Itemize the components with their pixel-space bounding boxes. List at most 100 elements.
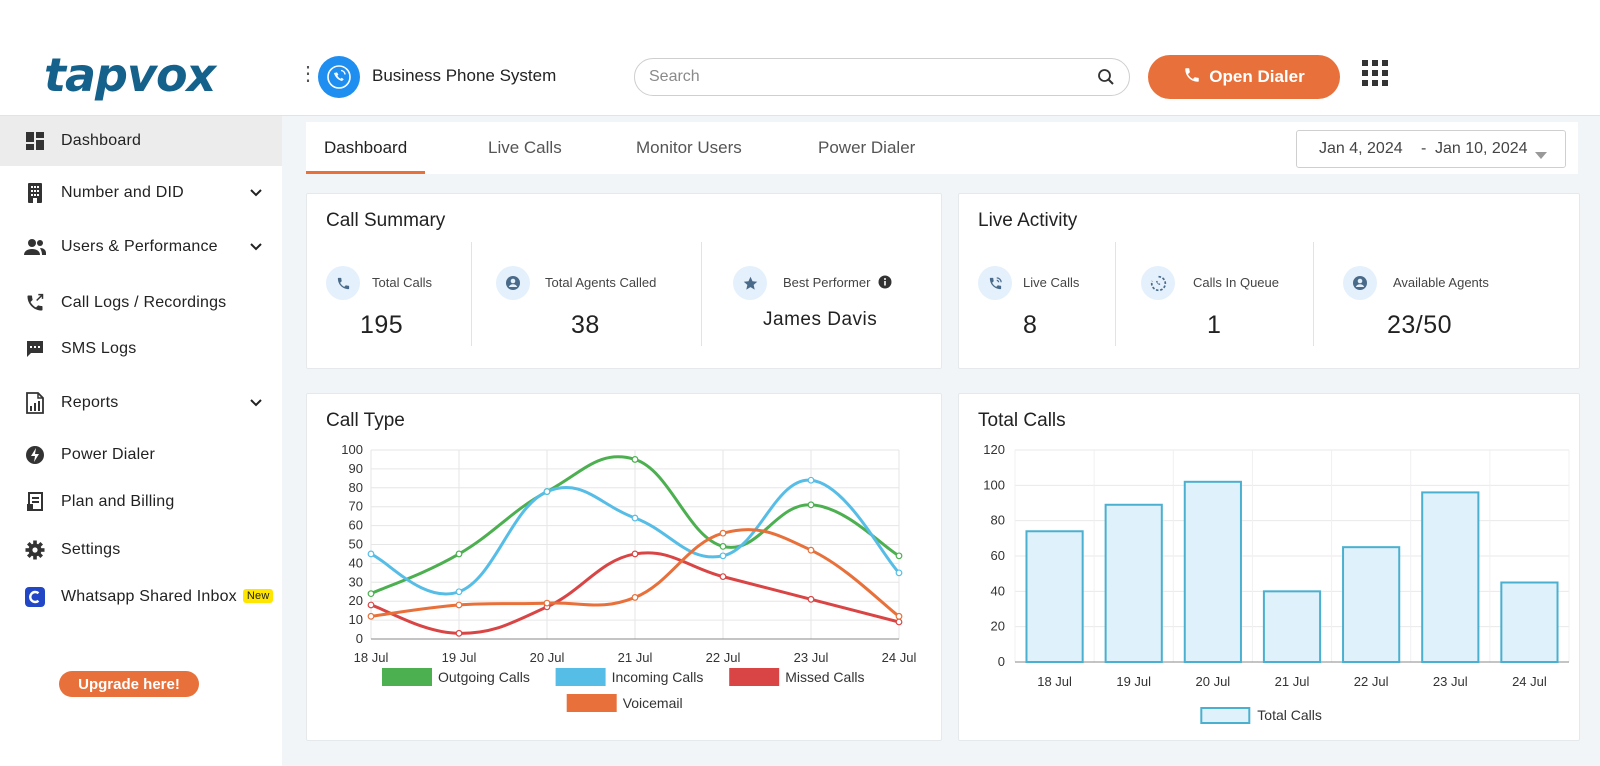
phone-icon (1183, 66, 1201, 89)
apps-grid-icon[interactable] (1362, 60, 1388, 91)
y-tick-label: 40 (991, 583, 1005, 598)
sidebar-item-number-and-did[interactable]: Number and DID (0, 168, 282, 218)
data-point (631, 514, 639, 522)
data-point (807, 476, 815, 484)
data-point (455, 601, 463, 609)
data-point (895, 552, 903, 560)
y-tick-label: 0 (356, 631, 363, 646)
data-point (719, 573, 727, 581)
sidebar-item-label: Number and DID (61, 184, 184, 201)
total-calls-bar-chart: 0 20 40 60 80 100 120 18 Jul 19 Jul 20 Jul 21 Jul 2… (983, 442, 1570, 724)
bolt-icon (24, 444, 46, 466)
sidebar-item-label: Whatsapp Shared Inbox (61, 588, 237, 605)
building-icon (24, 182, 46, 204)
chevron-down-icon[interactable] (250, 238, 262, 256)
data-point (719, 529, 727, 537)
legend-swatch (555, 668, 606, 686)
upgrade-button[interactable]: Upgrade here! (59, 671, 199, 697)
tab-monitor-users[interactable]: Monitor Users (636, 122, 742, 174)
x-tick-label: 20 Jul (530, 650, 565, 665)
stat-total-calls: Total Calls 195 (307, 194, 471, 368)
data-point (455, 550, 463, 558)
stat-value: 38 (571, 311, 600, 339)
x-tick-label: 21 Jul (1275, 674, 1310, 689)
agent-icon (496, 266, 530, 300)
app-title: Business Phone System (372, 66, 557, 85)
legend-label: Incoming Calls (612, 669, 704, 685)
sidebar: Dashboard Number and DID Users & Perform… (0, 116, 282, 766)
legend-swatch (729, 668, 780, 686)
y-tick-label: 20 (991, 619, 1005, 634)
sidebar-item-whatsapp-inbox[interactable]: Whatsapp Shared Inbox New (0, 572, 282, 622)
data-point (543, 488, 551, 495)
star-icon (733, 266, 767, 300)
legend-label: Voicemail (623, 695, 683, 711)
search-input[interactable] (649, 67, 1079, 87)
x-tick-label: 21 Jul (618, 650, 653, 665)
agent-icon (1343, 266, 1377, 300)
legend-label: Missed Calls (785, 669, 864, 685)
phone-icon (326, 266, 360, 300)
whatsapp-icon (24, 586, 46, 608)
sidebar-item-label: Settings (61, 541, 121, 558)
x-tick-label: 19 Jul (442, 650, 477, 665)
y-tick-label: 100 (983, 477, 1005, 492)
data-point (367, 590, 375, 598)
open-dialer-button[interactable]: Open Dialer (1148, 55, 1340, 99)
sidebar-item-settings[interactable]: Settings (0, 525, 282, 575)
chevron-down-icon[interactable] (250, 394, 262, 412)
bar (1183, 480, 1242, 663)
sidebar-item-dashboard[interactable]: Dashboard (0, 116, 282, 166)
users-icon (24, 236, 46, 258)
stat-value: 8 (1023, 311, 1038, 339)
sidebar-item-label: Dashboard (61, 132, 142, 149)
sidebar-item-label: Users & Performance (61, 238, 218, 255)
tab-live-calls[interactable]: Live Calls (488, 122, 562, 174)
tab-power-dialer[interactable]: Power Dialer (818, 122, 915, 174)
stat-value: 1 (1207, 311, 1222, 339)
tapvox-logo[interactable]: tapvox (44, 48, 216, 102)
date-separator: - (1421, 140, 1427, 157)
sidebar-item-reports[interactable]: Reports (0, 378, 282, 428)
sidebar-item-label: Call Logs / Recordings (61, 294, 227, 311)
bar (1104, 503, 1163, 664)
y-tick-label: 100 (341, 442, 363, 457)
date-range-picker[interactable]: Jan 4, 2024 - Jan 10, 2024 (1296, 130, 1566, 168)
y-tick-label: 0 (998, 654, 1005, 669)
y-tick-label: 50 (349, 537, 363, 552)
data-point (719, 552, 727, 560)
x-tick-label: 24 Jul (1512, 674, 1547, 689)
sidebar-item-call-logs[interactable]: Call Logs / Recordings (0, 278, 282, 328)
sidebar-item-label: Reports (61, 394, 119, 411)
search-box[interactable] (634, 58, 1130, 96)
data-point (631, 594, 639, 601)
legend-swatch (382, 668, 432, 686)
data-point (895, 569, 903, 577)
y-tick-label: 80 (349, 480, 363, 495)
sidebar-item-power-dialer[interactable]: Power Dialer (0, 430, 282, 480)
chevron-down-icon[interactable] (250, 184, 262, 202)
x-tick-label: 18 Jul (354, 650, 389, 665)
x-tick-label: 19 Jul (1116, 674, 1151, 689)
more-vertical-icon[interactable]: ⋮ (298, 64, 318, 84)
y-tick-label: 60 (349, 518, 363, 533)
sidebar-item-sms-logs[interactable]: SMS Logs (0, 324, 282, 374)
y-tick-label: 80 (991, 513, 1005, 528)
tab-dashboard[interactable]: Dashboard (306, 122, 426, 174)
phone-log-icon (24, 292, 46, 314)
top-bar: tapvox ⋮ Business Phone System Open Dial… (0, 0, 1600, 116)
sidebar-item-label: Power Dialer (61, 446, 155, 463)
legend-label: Outgoing Calls (438, 669, 530, 685)
search-icon[interactable] (1097, 68, 1115, 91)
stat-label: Best Performer (783, 275, 892, 292)
sidebar-item-plan-billing[interactable]: Plan and Billing (0, 477, 282, 527)
stat-calls-in-queue: Calls In Queue 1 (1115, 194, 1313, 368)
x-tick-label: 24 Jul (882, 650, 917, 665)
sidebar-item-users-performance[interactable]: Users & Performance (0, 222, 282, 272)
info-icon[interactable] (878, 275, 892, 292)
y-tick-label: 20 (349, 593, 363, 608)
stat-label: Calls In Queue (1193, 275, 1279, 290)
data-point (455, 629, 463, 637)
stat-total-agents: Total Agents Called 38 (471, 194, 701, 368)
data-point (367, 612, 375, 620)
